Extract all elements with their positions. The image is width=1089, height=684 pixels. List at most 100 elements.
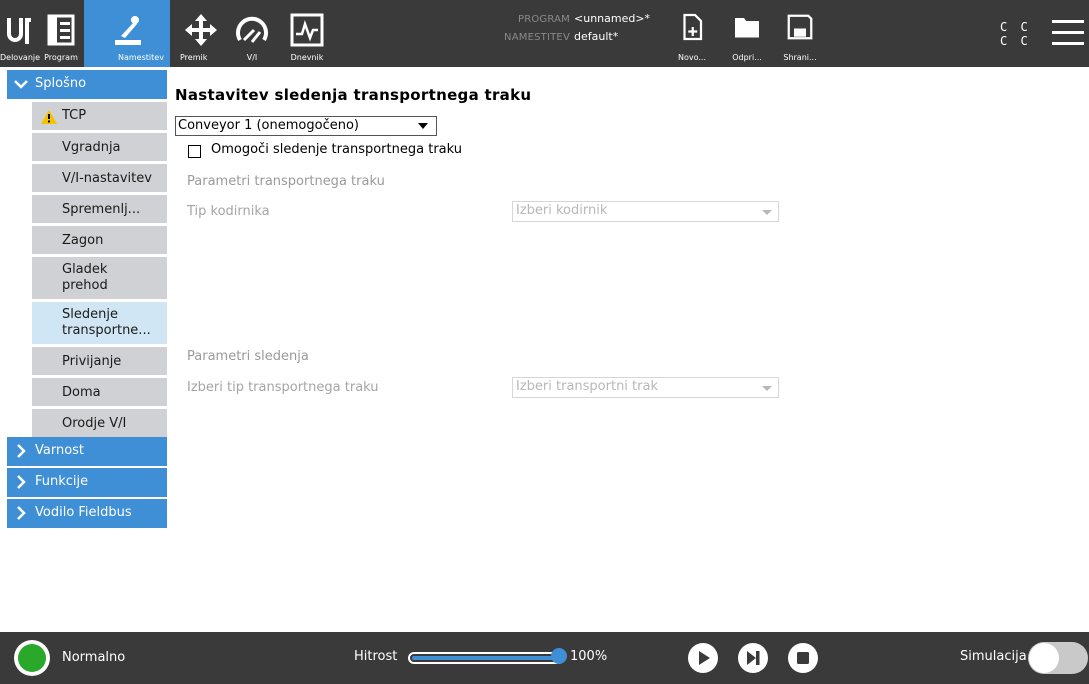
- sidebar-item-label: Spremenlj...: [62, 202, 141, 217]
- ur-logo-icon: [7, 18, 31, 44]
- sidebar-item-label: Doma: [62, 385, 101, 400]
- installation-key: NAMESTITEV: [504, 32, 570, 43]
- simulation-toggle[interactable]: [1028, 642, 1088, 674]
- sidebar-item-spremenljivke[interactable]: Spremenlj...: [32, 195, 167, 223]
- stop-button[interactable]: [788, 643, 818, 673]
- play-button[interactable]: [688, 643, 718, 673]
- tool-dnevnik-label: Dnevnik: [290, 53, 324, 62]
- chevron-right-icon: [17, 475, 26, 489]
- tool-premik-label: Premik: [180, 53, 208, 62]
- program-tree-icon: [47, 14, 75, 46]
- io-gauge-icon: [236, 16, 268, 43]
- status-indicator-icon[interactable]: [14, 640, 50, 676]
- new-button[interactable]: Novo...: [674, 0, 710, 67]
- program-value: <unnamed>*: [574, 12, 651, 25]
- tab-program-label: Program: [44, 53, 78, 62]
- conveyor-select-value: Conveyor 1 (onemogočeno): [178, 118, 359, 133]
- stop-icon: [797, 652, 809, 664]
- section-splosno[interactable]: Splošno: [7, 70, 167, 99]
- sidebar-item-privijanje[interactable]: Privijanje: [32, 347, 167, 375]
- save-disk-icon: [787, 14, 813, 40]
- sidebar-item-label: Privijanje: [62, 354, 122, 369]
- cc-row-1: C C: [1000, 20, 1031, 34]
- tool-premik[interactable]: Premik: [176, 0, 226, 67]
- new-file-icon: [683, 13, 703, 41]
- sidebar-item-gladek-prehod[interactable]: Gladek prehod: [32, 257, 167, 299]
- sidebar-item-label: TCP: [62, 108, 87, 123]
- top-bar: Delovanje Program Namestitev Premik V/I …: [0, 0, 1089, 67]
- cc-row-2: C C: [1000, 34, 1031, 48]
- chevron-right-icon: [17, 444, 26, 458]
- conveyor-type-label: Izberi tip transportnega traku: [187, 380, 379, 395]
- sidebar: Splošno TCP Vgradnja V/I-nastavitev Spre…: [0, 67, 167, 632]
- save-button[interactable]: Shrani...: [780, 0, 820, 67]
- sidebar-item-label: V/I-nastavitev: [62, 171, 152, 186]
- robot-arm-icon: [114, 16, 141, 45]
- chevron-down-icon: [14, 80, 28, 89]
- enable-tracking-checkbox[interactable]: [188, 145, 201, 158]
- main-panel: Nastavitev sledenja transportnega traku …: [167, 67, 1089, 632]
- encoder-type-value: Izberi kodirnik: [516, 203, 608, 218]
- step-button[interactable]: [738, 643, 768, 673]
- conveyor-params-heading: Parametri transportnega traku: [187, 174, 385, 189]
- program-key: PROGRAM: [517, 14, 570, 25]
- section-varnost-label: Varnost: [35, 443, 85, 458]
- installation-value: default*: [574, 30, 619, 43]
- sidebar-item-sledenje[interactable]: Sledenje transportne...: [32, 302, 167, 344]
- conveyor-type-value: Izberi transportni trak: [516, 379, 658, 394]
- tab-program[interactable]: Program: [38, 0, 84, 67]
- section-splosno-label: Splošno: [35, 76, 87, 91]
- bottom-bar: Normalno Hitrost 100% Simulacija: [0, 632, 1089, 684]
- tab-namestitev-label: Namestitev: [118, 53, 164, 62]
- log-pulse-icon: [290, 13, 324, 47]
- cc-indicator: C C C C: [1000, 20, 1031, 48]
- sidebar-item-doma[interactable]: Doma: [32, 378, 167, 406]
- chevron-right-icon: [17, 506, 26, 520]
- sidebar-item-orodje-vi[interactable]: Orodje V/I: [32, 409, 167, 437]
- speed-slider-fill: [412, 656, 560, 660]
- encoder-type-select[interactable]: Izberi kodirnik: [512, 201, 779, 222]
- speed-slider-handle[interactable]: [551, 648, 567, 664]
- section-varnost[interactable]: Varnost: [7, 437, 167, 466]
- play-icon: [699, 651, 710, 665]
- conveyor-type-select[interactable]: Izberi transportni trak: [512, 377, 779, 398]
- sidebar-item-tcp[interactable]: TCP: [32, 102, 167, 130]
- dropdown-arrow-icon: [762, 210, 772, 215]
- sidebar-item-vgradnja[interactable]: Vgradnja: [32, 133, 167, 161]
- sidebar-item-label: Zagon: [62, 233, 104, 248]
- warning-icon: [41, 110, 57, 124]
- step-icon: [747, 651, 760, 665]
- encoder-type-label: Tip kodirnika: [187, 204, 270, 219]
- sidebar-item-label: Sledenje transportne...: [62, 307, 151, 338]
- tool-vi-label: V/I: [246, 53, 258, 62]
- status-text: Normalno: [62, 650, 126, 665]
- tool-vi[interactable]: V/I: [226, 0, 278, 67]
- speed-value: 100%: [570, 649, 608, 664]
- move-arrows-icon: [185, 14, 217, 46]
- tab-delovanje-label: Delovanje: [0, 53, 41, 62]
- sidebar-item-vi-nastavitev[interactable]: V/I-nastavitev: [32, 164, 167, 192]
- conveyor-select[interactable]: Conveyor 1 (onemogočeno): [175, 116, 437, 136]
- sidebar-item-label: Vgradnja: [62, 140, 121, 155]
- tab-namestitev[interactable]: Namestitev: [84, 0, 170, 67]
- save-button-label: Shrani...: [783, 53, 817, 62]
- speed-slider[interactable]: [408, 652, 564, 664]
- folder-icon: [735, 18, 759, 38]
- tracking-params-heading: Parametri sledenja: [187, 349, 309, 364]
- page-title: Nastavitev sledenja transportnega traku: [175, 86, 532, 104]
- dropdown-arrow-icon: [762, 386, 772, 391]
- section-fieldbus-label: Vodilo Fieldbus: [35, 505, 132, 520]
- tab-delovanje[interactable]: Delovanje: [0, 0, 41, 67]
- section-funkcije-label: Funkcije: [35, 474, 89, 489]
- tool-dnevnik[interactable]: Dnevnik: [282, 0, 332, 67]
- section-vodilo-fieldbus[interactable]: Vodilo Fieldbus: [7, 499, 167, 528]
- hamburger-menu-icon[interactable]: [1052, 18, 1084, 48]
- open-button[interactable]: Odpri...: [727, 0, 767, 67]
- sidebar-item-zagon[interactable]: Zagon: [32, 226, 167, 254]
- section-funkcije[interactable]: Funkcije: [7, 468, 167, 497]
- enable-tracking-label[interactable]: Omogoči sledenje transportnega traku: [211, 142, 462, 157]
- speed-label: Hitrost: [354, 649, 398, 664]
- simulation-label: Simulacija: [960, 649, 1027, 664]
- dropdown-arrow-icon: [418, 123, 428, 129]
- open-button-label: Odpri...: [732, 53, 762, 62]
